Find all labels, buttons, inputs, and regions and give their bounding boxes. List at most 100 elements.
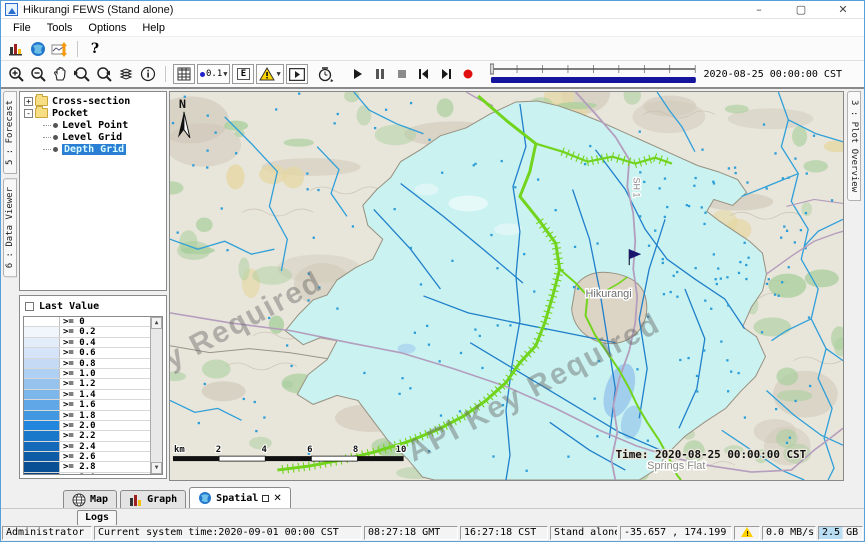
scroll-down-icon[interactable]: ▼ bbox=[151, 462, 162, 474]
pause-button[interactable] bbox=[369, 64, 391, 84]
zoom-out-icon[interactable] bbox=[27, 64, 49, 84]
globe-icon bbox=[198, 491, 212, 505]
contour-threshold-dropdown[interactable]: 0.1 ▼ bbox=[197, 64, 230, 84]
legend-item[interactable]: >= 2.4 bbox=[24, 442, 150, 452]
bar-chart-icon bbox=[129, 493, 143, 507]
animation-dialog-icon[interactable] bbox=[286, 64, 308, 84]
legend-item[interactable]: >= 1.0 bbox=[24, 369, 150, 379]
legend-item[interactable]: >= 2.8 bbox=[24, 462, 150, 472]
legend-item[interactable]: >= 0.2 bbox=[24, 327, 150, 337]
status-memory[interactable]: 2.5 GB bbox=[818, 526, 863, 540]
tree-connector bbox=[43, 137, 51, 138]
label-toggle-button[interactable]: E bbox=[232, 64, 254, 84]
legend-item[interactable]: >= 0 bbox=[24, 317, 150, 327]
folder-icon bbox=[35, 108, 48, 118]
time-span-bar[interactable] bbox=[491, 77, 696, 83]
menu-file[interactable]: File bbox=[5, 21, 39, 35]
zoom-in-icon[interactable] bbox=[5, 64, 27, 84]
status-user: Administrator bbox=[2, 526, 92, 540]
legend-item[interactable]: >= 1.4 bbox=[24, 390, 150, 400]
step-back-button[interactable] bbox=[413, 64, 435, 84]
layer-bullet-icon bbox=[53, 147, 58, 152]
legend-scrollbar[interactable]: ▲ ▼ bbox=[150, 317, 162, 474]
svg-text:N: N bbox=[179, 97, 186, 111]
last-value-checkbox[interactable] bbox=[25, 302, 34, 311]
play-button[interactable] bbox=[347, 64, 369, 84]
collapse-icon[interactable]: - bbox=[24, 109, 33, 118]
status-mode: Stand alone bbox=[550, 526, 618, 540]
tab-plot-overview[interactable]: 3 : Plot Overview bbox=[847, 91, 861, 201]
undock-icon[interactable] bbox=[262, 495, 269, 502]
time-slider[interactable] bbox=[489, 61, 698, 87]
last-value-row[interactable]: Last Value bbox=[23, 299, 163, 314]
zoom-previous-icon[interactable] bbox=[71, 64, 93, 84]
tree-node-level-point[interactable]: Level Point bbox=[43, 119, 165, 131]
close-button[interactable]: ✕ bbox=[822, 1, 864, 18]
legend-item[interactable]: >= 2.2 bbox=[24, 431, 150, 441]
legend-item[interactable]: >= 0.8 bbox=[24, 359, 150, 369]
tree-label-selected: Depth Grid bbox=[62, 144, 126, 155]
svg-text:8: 8 bbox=[353, 445, 358, 455]
map-canvas[interactable]: API Key Required API Key Required Hikura… bbox=[169, 91, 844, 481]
minimize-button[interactable]: – bbox=[738, 1, 780, 18]
color-swatch bbox=[24, 369, 60, 378]
legend-item[interactable]: >= 1.2 bbox=[24, 379, 150, 389]
color-swatch bbox=[24, 390, 60, 399]
tab-forecast[interactable]: 5 : Forecast bbox=[3, 91, 17, 174]
spatial-globe-icon[interactable] bbox=[27, 39, 49, 59]
timeseries-dialog-icon[interactable] bbox=[49, 39, 71, 59]
maximize-button[interactable]: ▢ bbox=[780, 1, 822, 18]
color-swatch bbox=[24, 359, 60, 368]
status-warning[interactable] bbox=[734, 526, 760, 540]
grid-display-icon[interactable] bbox=[173, 64, 195, 84]
legend-list: >= 0 >= 0.2 >= 0.4 >= 0.6 >= 0.8 >= 1.0 … bbox=[23, 316, 163, 475]
tab-spatial[interactable]: Spatial ✕ bbox=[189, 487, 291, 508]
set-time-icon[interactable] bbox=[315, 64, 337, 84]
map-container: API Key Required API Key Required Hikura… bbox=[169, 91, 844, 485]
chevron-down-icon: ▼ bbox=[276, 70, 280, 78]
thresholds-dropdown[interactable]: ▼ bbox=[256, 64, 283, 84]
legend-item[interactable]: >= 1.6 bbox=[24, 400, 150, 410]
status-transfer-rate: 0.0 MB/s bbox=[762, 526, 816, 540]
legend-item[interactable]: >= 2.6 bbox=[24, 452, 150, 462]
wire-globe-icon bbox=[72, 493, 86, 507]
legend-item[interactable]: >= 1.8 bbox=[24, 411, 150, 421]
tree-node-depth-grid[interactable]: Depth Grid bbox=[43, 143, 165, 155]
menu-options[interactable]: Options bbox=[80, 21, 134, 35]
expand-icon[interactable]: + bbox=[24, 97, 33, 106]
logs-button[interactable]: Logs bbox=[77, 510, 117, 526]
layers-icon[interactable] bbox=[115, 64, 137, 84]
tree-node-level-grid[interactable]: Level Grid bbox=[43, 131, 165, 143]
svg-text:2: 2 bbox=[216, 445, 221, 455]
stop-button[interactable] bbox=[391, 64, 413, 84]
zoom-next-icon[interactable] bbox=[93, 64, 115, 84]
pan-hand-icon[interactable] bbox=[49, 64, 71, 84]
menu-help[interactable]: Help bbox=[134, 21, 173, 35]
info-icon[interactable] bbox=[137, 64, 159, 84]
tree-node-pocket[interactable]: - Pocket bbox=[21, 107, 165, 119]
title-bar[interactable]: Hikurangi FEWS (Stand alone) – ▢ ✕ bbox=[1, 1, 864, 19]
tab-graph[interactable]: Graph bbox=[120, 490, 186, 508]
step-forward-button[interactable] bbox=[435, 64, 457, 84]
legend-item[interactable]: >= 0.6 bbox=[24, 348, 150, 358]
legend-item[interactable]: >= 3.0 bbox=[24, 473, 150, 474]
tree-label: Level Point bbox=[62, 120, 128, 131]
close-tab-icon[interactable]: ✕ bbox=[273, 493, 281, 504]
color-swatch bbox=[24, 348, 60, 357]
tree-label: Pocket bbox=[52, 108, 88, 119]
tree-connector bbox=[43, 125, 51, 126]
color-swatch bbox=[24, 442, 60, 451]
current-time-display: 2020-08-25 00:00:00 CST bbox=[704, 69, 864, 80]
tab-data-viewer[interactable]: 6 : Data Viewer bbox=[3, 178, 17, 277]
legend-item[interactable]: >= 0.4 bbox=[24, 338, 150, 348]
menu-tools[interactable]: Tools bbox=[39, 21, 81, 35]
help-button[interactable]: ? bbox=[84, 39, 106, 59]
slider-handle[interactable] bbox=[490, 64, 493, 74]
explorer-chart-icon[interactable] bbox=[5, 39, 27, 59]
svg-text:10: 10 bbox=[396, 445, 407, 455]
scroll-up-icon[interactable]: ▲ bbox=[151, 317, 162, 329]
tab-map[interactable]: Map bbox=[63, 490, 117, 508]
color-swatch bbox=[24, 473, 60, 474]
record-button[interactable] bbox=[457, 64, 479, 84]
legend-item[interactable]: >= 2.0 bbox=[24, 421, 150, 431]
